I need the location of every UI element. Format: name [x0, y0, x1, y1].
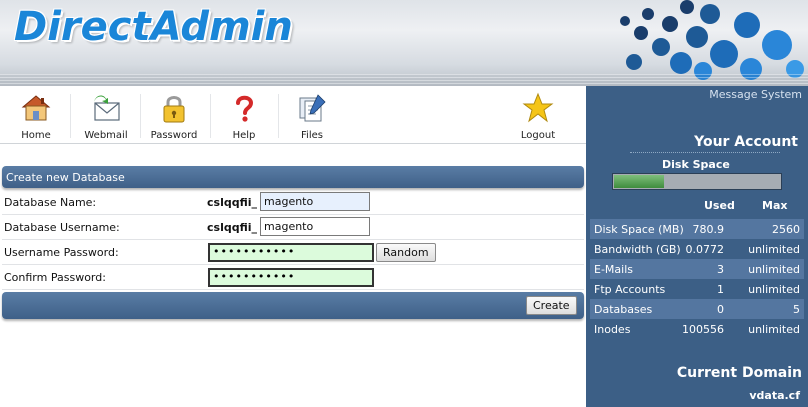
toolbar-webmail[interactable]: Webmail [74, 90, 138, 142]
toolbar-logout[interactable]: Logout [506, 90, 570, 142]
database-name-label: Database Name: [4, 196, 97, 209]
stat-row: Databases 0 5 [590, 299, 804, 319]
confirm-password-label: Confirm Password: [4, 271, 106, 284]
used-column-header: Used [704, 199, 735, 212]
disk-usage-fill [614, 175, 664, 188]
database-name-input[interactable] [260, 192, 370, 211]
form-footer-bar: Create [2, 292, 584, 319]
header: DirectAdmin [0, 0, 808, 86]
toolbar-password-label: Password [150, 130, 198, 141]
stat-row: Bandwidth (GB) 0.0772 unlimited [590, 239, 804, 259]
divider [630, 152, 780, 153]
toolbar-help-label: Help [232, 130, 256, 141]
lock-icon [163, 96, 185, 123]
stat-max: 2560 [772, 223, 800, 236]
toolbar-divider [278, 94, 279, 138]
decorative-dots [600, 0, 808, 86]
random-button[interactable]: Random [376, 243, 436, 262]
stat-name: E-Mails [594, 263, 633, 276]
directadmin-logo[interactable]: DirectAdmin [14, 4, 293, 50]
username-password-row: Username Password: ••••••••••• Random [2, 240, 584, 265]
current-domain-heading: Current Domain [676, 365, 802, 381]
toolbar-webmail-label: Webmail [84, 130, 128, 141]
disk-usage-bar [612, 173, 782, 190]
database-username-label: Database Username: [4, 221, 120, 234]
form-title: Create new Database [2, 166, 584, 188]
toolbar-password[interactable]: Password [142, 90, 206, 142]
your-account-heading: Your Account [694, 134, 798, 150]
stat-used: 0.0772 [685, 243, 725, 256]
stat-max: unlimited [748, 243, 800, 256]
toolbar-home[interactable]: Home [4, 90, 68, 142]
stat-max: 5 [793, 303, 800, 316]
toolbar-home-label: Home [21, 130, 51, 141]
disk-space-heading: Disk Space [662, 158, 730, 171]
toolbar-files[interactable]: Files [280, 90, 344, 142]
stat-max: unlimited [748, 283, 800, 296]
stat-row: Ftp Accounts 1 unlimited [590, 279, 804, 299]
toolbar-help[interactable]: Help [212, 90, 276, 142]
current-domain-value[interactable]: vdata.cf [749, 389, 800, 402]
stat-used: 0 [717, 303, 724, 316]
envelope-icon [94, 95, 120, 121]
toolbar-files-label: Files [301, 130, 323, 141]
confirm-password-row: Confirm Password: ••••••••••• [2, 265, 584, 290]
stat-used: 780.9 [692, 223, 725, 236]
stat-max: unlimited [748, 263, 800, 276]
stat-used: 1 [717, 283, 724, 296]
stat-name: Databases [594, 303, 653, 316]
database-username-row: Database Username: cslqqfii_ [2, 215, 584, 240]
confirm-password-input[interactable]: ••••••••••• [208, 268, 374, 287]
stat-name: Bandwidth (GB) [594, 243, 681, 256]
create-button[interactable]: Create [526, 296, 577, 315]
stat-name: Ftp Accounts [594, 283, 666, 296]
stat-row: Disk Space (MB) 780.9 2560 [590, 219, 804, 239]
username-password-label: Username Password: [4, 246, 119, 259]
database-name-prefix: cslqqfii_ [207, 196, 258, 209]
files-icon [299, 94, 326, 122]
stat-name: Disk Space (MB) [594, 223, 684, 236]
database-username-input[interactable] [260, 217, 370, 236]
stat-used: 100556 [682, 323, 724, 336]
stat-row: Inodes 100556 unlimited [590, 319, 804, 339]
stat-max: unlimited [748, 323, 800, 336]
database-username-prefix: cslqqfii_ [207, 221, 258, 234]
stat-name: Inodes [594, 323, 631, 336]
database-name-row: Database Name: cslqqfii_ [2, 190, 584, 215]
star-icon [522, 92, 554, 123]
message-system-link[interactable]: Message System [709, 88, 802, 101]
toolbar-divider [70, 94, 71, 138]
stat-used: 3 [717, 263, 724, 276]
username-password-input[interactable]: ••••••••••• [208, 243, 374, 262]
toolbar-logout-label: Logout [520, 130, 556, 141]
home-icon [21, 95, 51, 121]
question-icon [236, 95, 254, 122]
max-column-header: Max [762, 199, 788, 212]
stat-row: E-Mails 3 unlimited [590, 259, 804, 279]
toolbar-divider [210, 94, 211, 138]
toolbar-divider [140, 94, 141, 138]
account-sidebar: Message System Your Account Disk Space U… [586, 86, 808, 407]
toolbar: Home Webmail Password Help Files Logout [0, 86, 586, 144]
